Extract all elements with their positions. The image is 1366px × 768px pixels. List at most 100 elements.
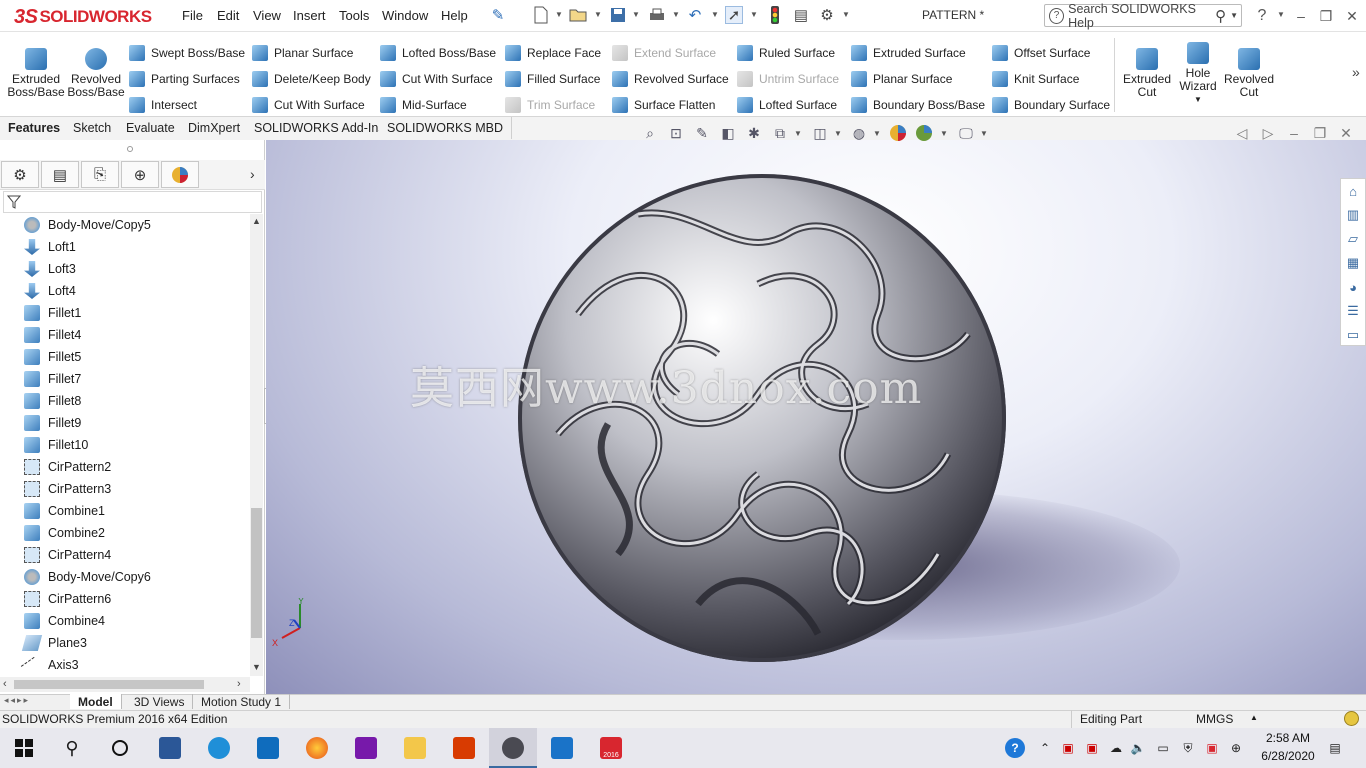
outlook-icon[interactable] bbox=[244, 728, 292, 768]
custom-properties-icon[interactable]: ☰ bbox=[1341, 299, 1365, 323]
tab-features[interactable]: Features bbox=[0, 117, 70, 139]
cut-with-surface-button[interactable]: Cut With Surface bbox=[380, 66, 496, 92]
word-icon[interactable] bbox=[146, 728, 194, 768]
tab-motion-study[interactable]: Motion Study 1 bbox=[193, 694, 291, 709]
office-icon[interactable] bbox=[440, 728, 488, 768]
chevron-down-icon[interactable]: ▼ bbox=[940, 129, 948, 138]
chevron-down-icon[interactable]: ▼ bbox=[1169, 93, 1227, 106]
zoom-to-area-icon[interactable]: ⊡ bbox=[666, 123, 686, 143]
tree-item[interactable]: Loft4 bbox=[0, 280, 250, 302]
tree-item[interactable]: Body-Move/Copy6 bbox=[0, 566, 250, 588]
cortana-icon[interactable] bbox=[96, 728, 144, 768]
save-icon[interactable] bbox=[609, 6, 627, 24]
undo-icon[interactable]: ↶ bbox=[686, 6, 704, 24]
tree-item[interactable]: CirPattern3 bbox=[0, 478, 250, 500]
taskbar-search-icon[interactable]: ⚲ bbox=[48, 728, 96, 768]
extruded-cut-button[interactable]: Extruded Cut bbox=[1118, 34, 1176, 99]
clock-time[interactable]: 2:58 AM bbox=[1256, 731, 1320, 745]
cut-with-surface-button[interactable]: Cut With Surface bbox=[252, 92, 371, 118]
tree-item[interactable]: Plane3 bbox=[0, 632, 250, 654]
chevron-down-icon[interactable]: ▼ bbox=[794, 129, 802, 138]
tree-item[interactable]: Loft1 bbox=[0, 236, 250, 258]
revolved-boss-button[interactable]: Revolved Boss/Base bbox=[67, 34, 125, 99]
appearances-icon[interactable]: ◕ bbox=[1341, 275, 1365, 299]
cloud-tray-icon[interactable]: ☁ bbox=[1108, 740, 1124, 756]
offset-surface-button[interactable]: Offset Surface bbox=[992, 40, 1110, 66]
chevron-down-icon[interactable]: ▼ bbox=[980, 129, 988, 138]
chevron-right-icon[interactable]: › bbox=[250, 166, 255, 182]
zoom-to-fit-icon[interactable]: ⌕ bbox=[640, 123, 660, 143]
tree-item[interactable]: Fillet8 bbox=[0, 390, 250, 412]
menu-view[interactable]: View bbox=[253, 8, 281, 23]
scroll-up-icon[interactable]: ▲ bbox=[252, 216, 261, 226]
network-icon[interactable]: ▭ bbox=[1155, 740, 1171, 756]
viewport-close-icon[interactable]: ✕ bbox=[1336, 123, 1356, 143]
edge-icon[interactable] bbox=[195, 728, 243, 768]
design-library-icon[interactable]: ▥ bbox=[1341, 203, 1365, 227]
lofted-surface-button[interactable]: Lofted Surface bbox=[737, 92, 839, 118]
revolved-surface-button[interactable]: Revolved Surface bbox=[612, 66, 729, 92]
tree-item[interactable]: Fillet4 bbox=[0, 324, 250, 346]
boundary-surface-button[interactable]: Boundary Surface bbox=[992, 92, 1110, 118]
tree-item[interactable]: Fillet9 bbox=[0, 412, 250, 434]
extruded-surface-button[interactable]: Extruded Surface bbox=[851, 40, 985, 66]
view-palette-icon[interactable]: ▦ bbox=[1341, 251, 1365, 275]
menu-insert[interactable]: Insert bbox=[293, 8, 326, 23]
untrim-surface-button[interactable]: Untrim Surface bbox=[737, 66, 839, 92]
minimize-icon[interactable]: – bbox=[1291, 6, 1311, 26]
tab-dimxpert[interactable]: DimXpert bbox=[180, 117, 250, 139]
menu-tools[interactable]: Tools bbox=[339, 8, 369, 23]
file-explorer-icon[interactable]: ▱ bbox=[1341, 227, 1365, 251]
tree-item[interactable]: Fillet1 bbox=[0, 302, 250, 324]
tab-scroll-icon[interactable]: ◂◂▸▸ bbox=[4, 695, 30, 706]
solidworks-taskbar-icon[interactable]: 2016 bbox=[587, 728, 635, 768]
property-manager-icon[interactable]: ▤ bbox=[41, 161, 79, 188]
chevron-down-icon[interactable]: ▼ bbox=[555, 10, 563, 19]
scrollbar-thumb[interactable] bbox=[251, 508, 262, 638]
viewport-minimize-icon[interactable]: – bbox=[1284, 123, 1304, 143]
display-style-icon[interactable]: ◫ bbox=[810, 123, 830, 143]
menu-edit[interactable]: Edit bbox=[217, 8, 239, 23]
view-settings-icon[interactable]: 🖵 bbox=[956, 123, 976, 143]
tree-item[interactable]: Body-Move/Copy5 bbox=[0, 214, 250, 236]
chevron-down-icon[interactable]: ▼ bbox=[842, 10, 850, 19]
hole-wizard-button[interactable]: Hole Wizard ▼ bbox=[1169, 34, 1227, 106]
boundary-boss-button[interactable]: Boundary Boss/Base bbox=[851, 92, 985, 118]
onenote-icon[interactable] bbox=[342, 728, 390, 768]
swept-boss-button[interactable]: Swept Boss/Base bbox=[129, 40, 245, 66]
tree-item[interactable]: Fillet10 bbox=[0, 434, 250, 456]
previous-view-icon[interactable]: ✎ bbox=[692, 123, 712, 143]
mail-icon[interactable] bbox=[538, 728, 586, 768]
planar-surface-button[interactable]: Planar Surface bbox=[851, 66, 985, 92]
tree-item[interactable]: CirPattern2 bbox=[0, 456, 250, 478]
viewport-split-right-icon[interactable]: ▷ bbox=[1258, 123, 1278, 143]
rebuild-traffic-light-icon[interactable] bbox=[766, 6, 784, 24]
planar-surface-button[interactable]: Planar Surface bbox=[252, 40, 371, 66]
chevron-down-icon[interactable]: ▼ bbox=[594, 10, 602, 19]
photos-icon[interactable] bbox=[489, 728, 537, 768]
open-folder-icon[interactable] bbox=[569, 6, 587, 24]
help-tray-icon[interactable]: ? bbox=[1005, 738, 1025, 758]
hide-show-items-icon[interactable]: ◍ bbox=[849, 123, 869, 143]
solidworks-forum-icon[interactable]: ▭ bbox=[1341, 323, 1365, 347]
units-selector[interactable]: MMGS bbox=[1196, 712, 1233, 726]
viewport-restore-icon[interactable]: ❐ bbox=[1310, 123, 1330, 143]
tree-item[interactable]: Combine2 bbox=[0, 522, 250, 544]
configuration-manager-icon[interactable]: ⎘ bbox=[81, 161, 119, 188]
solidworks-tray-icon[interactable]: ▣ bbox=[1204, 740, 1220, 756]
tree-filter-field[interactable] bbox=[3, 191, 262, 213]
viewport-split-left-icon[interactable]: ◁ bbox=[1232, 123, 1252, 143]
chevron-down-icon[interactable]: ▼ bbox=[750, 10, 758, 19]
autodesk-tray-icon[interactable]: ▣ bbox=[1084, 740, 1100, 756]
parting-surfaces-button[interactable]: Parting Surfaces bbox=[129, 66, 245, 92]
edit-appearance-icon[interactable] bbox=[888, 123, 908, 143]
display-manager-icon[interactable] bbox=[161, 161, 199, 188]
new-document-icon[interactable] bbox=[532, 6, 550, 24]
tree-item[interactable]: Combine1 bbox=[0, 500, 250, 522]
windows-start-icon[interactable] bbox=[0, 728, 48, 768]
tree-item[interactable]: CirPattern6 bbox=[0, 588, 250, 610]
scroll-left-icon[interactable]: ‹ bbox=[3, 678, 7, 690]
file-explorer-icon[interactable] bbox=[391, 728, 439, 768]
menu-help[interactable]: Help bbox=[441, 8, 468, 23]
language-globe-icon[interactable]: ⊕ bbox=[1228, 740, 1244, 756]
